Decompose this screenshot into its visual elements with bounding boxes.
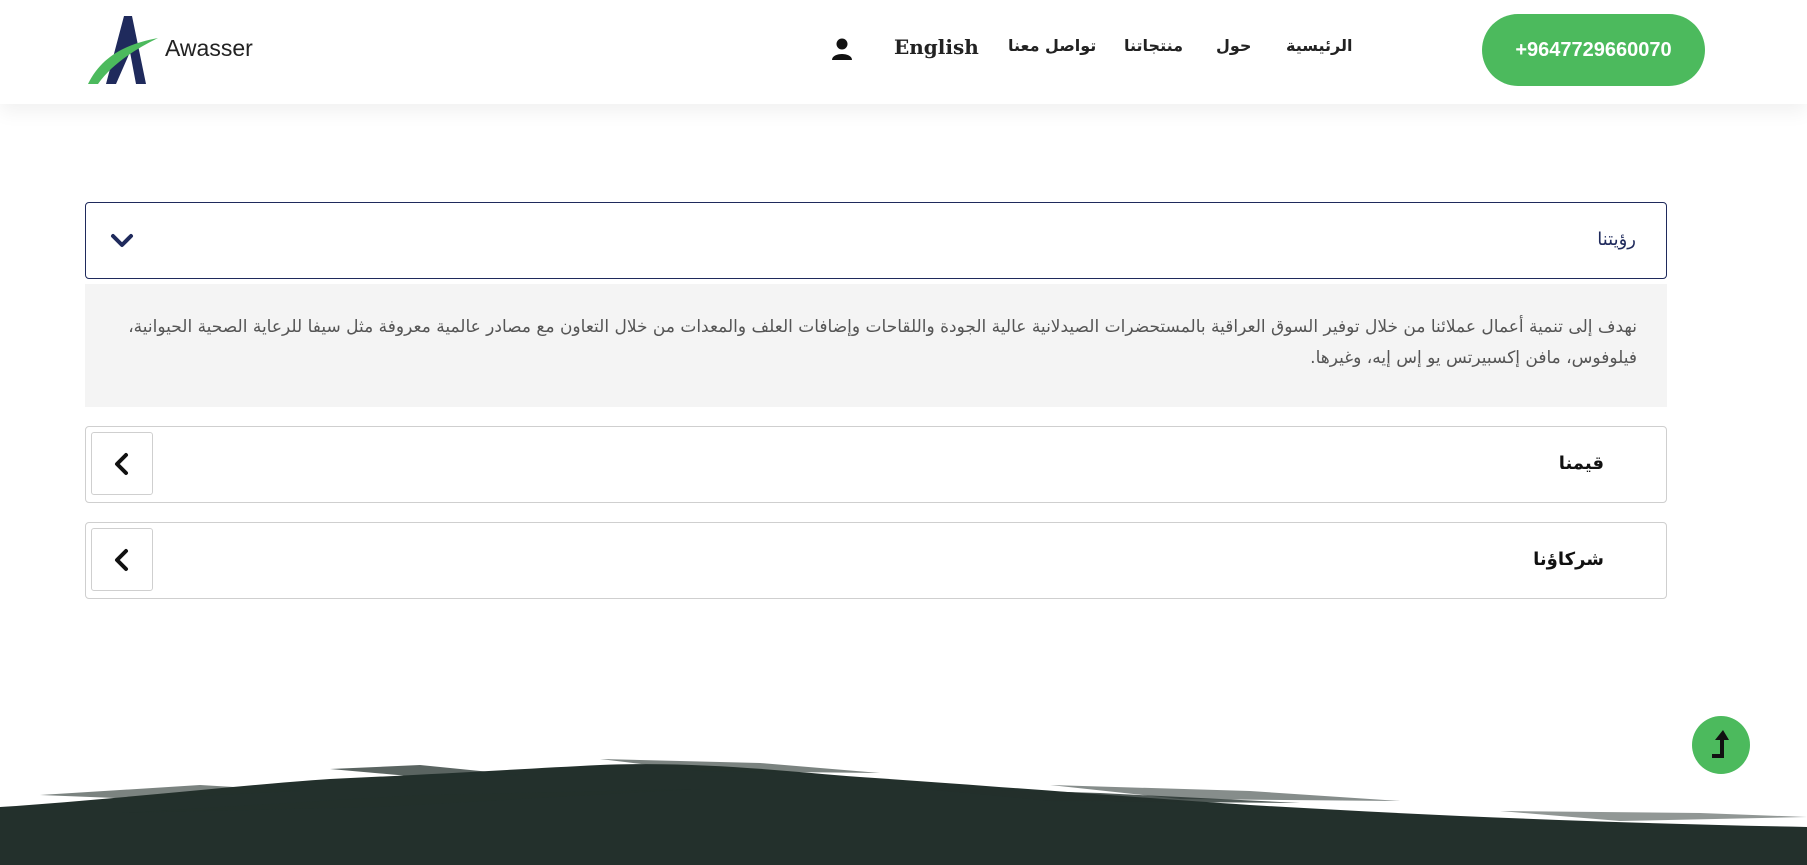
accordion-vision-title: رؤيتنا: [1597, 229, 1636, 250]
accordion-partners-header[interactable]: شركاؤنا: [85, 522, 1667, 599]
nav-about-link[interactable]: حول: [1216, 36, 1251, 55]
accordion-vision-header[interactable]: رؤيتنا: [85, 202, 1667, 279]
accordion-values-header[interactable]: قيمنا: [85, 426, 1667, 503]
footer-brush-decoration: [0, 759, 1807, 865]
user-icon[interactable]: [831, 38, 853, 60]
phone-button[interactable]: +9647729660070: [1482, 14, 1705, 86]
chevron-down-icon[interactable]: [108, 227, 136, 255]
back-to-top-button[interactable]: [1692, 716, 1750, 774]
arrow-up-icon: [1712, 730, 1729, 758]
accordion-values-toggle[interactable]: [91, 432, 153, 495]
accordion-vision-body: نهدف إلى تنمية أعمال عملائنا من خلال توف…: [85, 284, 1667, 407]
nav-contact-link[interactable]: تواصل معنا: [1008, 36, 1096, 55]
chevron-left-icon: [115, 453, 128, 475]
site-header: Awasser الرئيسية حول منتجاتنا تواصل معنا…: [0, 0, 1807, 104]
nav-home-link[interactable]: الرئيسية: [1286, 36, 1353, 55]
accordion-values-title: قيمنا: [1558, 453, 1604, 474]
chevron-left-icon: [115, 549, 128, 571]
language-switch-link[interactable]: English: [894, 35, 979, 59]
accordion-partners-toggle[interactable]: [91, 528, 153, 591]
nav-products-link[interactable]: منتجاتنا: [1124, 36, 1183, 55]
accordion-partners-title: شركاؤنا: [1533, 549, 1604, 570]
